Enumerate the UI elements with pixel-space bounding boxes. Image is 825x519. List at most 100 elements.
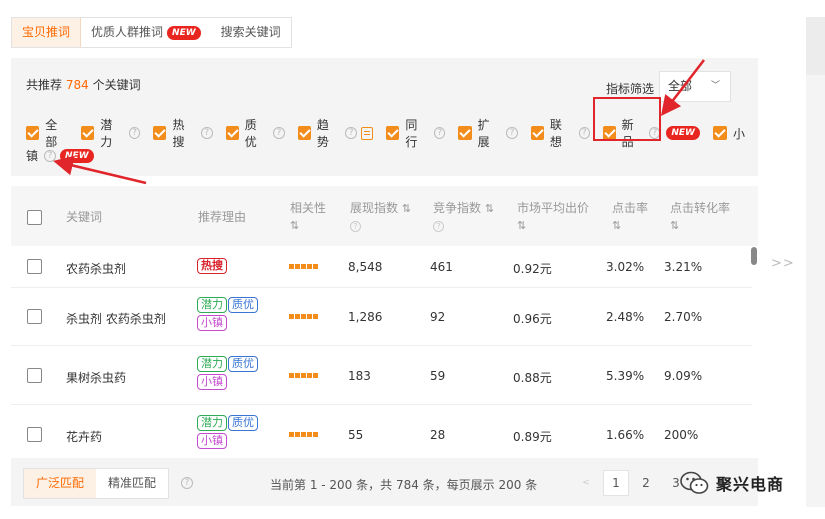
filter-associate[interactable]: 联想?: [530, 116, 590, 150]
header-competition[interactable]: 竞争指数 ⇅?: [433, 200, 494, 234]
help-icon[interactable]: ?: [44, 149, 57, 162]
relevance-bars: [289, 432, 318, 437]
row-checkbox[interactable]: [27, 368, 42, 383]
sort-icon[interactable]: ⇅: [290, 217, 326, 234]
indicator-filter-value: 全部: [668, 79, 693, 93]
expand-panel-button[interactable]: >>: [771, 256, 795, 271]
header-label: 竞争指数: [433, 201, 482, 215]
tab-item-recommend[interactable]: 宝贝推词: [12, 18, 82, 47]
help-icon[interactable]: ?: [434, 127, 446, 139]
count-suffix: 个关键词: [92, 78, 141, 92]
checkbox-checked-icon[interactable]: [225, 126, 239, 140]
reason-cell: 潜力 质优 小镇: [197, 356, 277, 392]
table-row[interactable]: 杀虫剂 农药杀虫剂 潜力 质优 小镇 1,286 92 0.96元 2.48% 2…: [11, 288, 752, 346]
table-header: 关键词 推荐理由 相关性 ⇅ 展现指数 ⇅? 竞争指数 ⇅? 市场平均出价 ⇅ 点击…: [11, 186, 758, 246]
filter-hot[interactable]: 热搜?: [153, 116, 213, 150]
sort-icon[interactable]: ⇅: [517, 217, 589, 234]
competition-cell: 59: [430, 369, 446, 383]
chevron-left-icon[interactable]: <: [573, 478, 599, 488]
impressions-cell: 183: [348, 369, 371, 383]
tab-label: 搜索关键词: [220, 25, 281, 39]
reason-cell: 潜力 质优 小镇: [197, 297, 277, 333]
header-cvr[interactable]: 点击转化率 ⇅: [670, 200, 730, 234]
filter-all[interactable]: 全部: [26, 116, 68, 150]
table-row[interactable]: 果树杀虫药 潜力 质优 小镇 183 59 0.88元 5.39% 9.09%: [11, 346, 752, 405]
header-label: 点击率: [612, 201, 649, 215]
header-avg-bid[interactable]: 市场平均出价 ⇅: [517, 200, 589, 234]
right-side-panel: [806, 17, 825, 507]
recommend-count: 共推荐 784 个关键词: [26, 76, 141, 93]
exact-match-button[interactable]: 精准匹配: [96, 469, 168, 498]
relevance-bars: [289, 264, 318, 269]
indicator-filter-select[interactable]: 全部 ﹀: [659, 71, 731, 102]
relevance-bars: [289, 373, 318, 378]
filter-label: 全部: [45, 118, 58, 149]
reason-tag: 质优: [228, 356, 258, 372]
help-icon[interactable]: ?: [350, 221, 361, 232]
impressions-cell: 55: [348, 428, 364, 442]
broad-match-button[interactable]: 广泛匹配: [24, 469, 97, 498]
reason-cell: 热搜: [197, 258, 228, 276]
checkbox-checked-icon[interactable]: [712, 126, 727, 140]
filter-town[interactable]: 小: [712, 125, 745, 142]
checkbox-checked-icon[interactable]: [458, 126, 472, 140]
select-all-checkbox[interactable]: [27, 210, 42, 225]
help-icon[interactable]: ?: [201, 127, 213, 139]
help-icon[interactable]: ?: [273, 127, 285, 139]
count-number: 784: [65, 78, 89, 92]
new-badge: NEW: [666, 126, 700, 140]
new-badge: NEW: [60, 148, 94, 163]
filter-expand[interactable]: 扩展?: [458, 116, 518, 150]
checkbox-checked-icon[interactable]: [81, 126, 95, 140]
pagination: < 1 2 3: [573, 470, 693, 496]
filter-peer[interactable]: 同行?: [386, 116, 446, 150]
header-ctr[interactable]: 点击率 ⇅: [612, 200, 648, 234]
help-icon[interactable]: ?: [181, 477, 193, 489]
sort-icon[interactable]: ⇅: [485, 202, 494, 215]
filter-potential[interactable]: 潜力?: [81, 116, 141, 150]
filter-trend[interactable]: 趋势?: [297, 116, 374, 150]
filter-quality[interactable]: 质优?: [225, 116, 285, 150]
reason-tag: 潜力: [197, 297, 227, 313]
table-scrollbar[interactable]: [751, 247, 757, 265]
page-button-2[interactable]: 2: [633, 470, 659, 496]
help-icon[interactable]: ?: [433, 221, 444, 232]
help-icon[interactable]: ?: [345, 127, 357, 139]
header-relevance[interactable]: 相关性 ⇅: [290, 200, 326, 234]
checkbox-checked-icon[interactable]: [386, 126, 400, 140]
table-row[interactable]: 农药杀虫剂 热搜 8,548 461 0.92元 3.02% 3.21%: [11, 246, 752, 288]
tab-audience-recommend[interactable]: 优质人群推词 NEW: [81, 18, 211, 47]
cvr-cell: 3.21%: [664, 260, 703, 274]
checkbox-checked-icon[interactable]: [153, 126, 167, 140]
help-icon[interactable]: ?: [506, 127, 518, 139]
header-impressions[interactable]: 展现指数 ⇅?: [350, 200, 411, 234]
tab-label: 优质人群推词: [91, 25, 164, 39]
keyword-cell: 农药杀虫剂: [66, 262, 127, 276]
header-label: 相关性: [290, 201, 327, 215]
sort-icon[interactable]: ⇅: [670, 217, 730, 234]
watermark: 聚兴电商: [680, 470, 784, 496]
checkbox-checked-icon[interactable]: [26, 126, 40, 140]
pagination-info: 当前第 1 - 200 条，共 784 条，每页展示 200 条: [270, 478, 538, 492]
checkbox-checked-icon[interactable]: [530, 126, 544, 140]
reason-tag: 质优: [228, 415, 258, 431]
reason-tag: 小镇: [197, 433, 227, 449]
sort-icon[interactable]: ⇅: [612, 217, 648, 234]
competition-cell: 461: [430, 260, 453, 274]
page-button-1[interactable]: 1: [603, 470, 629, 496]
filter-checkbox-row-2: 镇 ? NEW: [26, 147, 94, 164]
help-icon[interactable]: ?: [128, 127, 141, 139]
help-icon[interactable]: ?: [578, 127, 590, 139]
filter-label: 镇: [26, 149, 39, 163]
reason-tag: 潜力: [197, 415, 227, 431]
row-checkbox[interactable]: [27, 259, 42, 274]
sort-icon[interactable]: ⇅: [402, 202, 411, 215]
table-row[interactable]: 花卉药 潜力 质优 小镇 55 28 0.89元 1.66% 200%: [11, 405, 752, 458]
keyword-cell: 果树杀虫药: [66, 371, 127, 385]
header-label: 展现指数: [350, 201, 399, 215]
row-checkbox[interactable]: [27, 427, 42, 442]
tab-search-keyword[interactable]: 搜索关键词: [211, 18, 291, 47]
row-checkbox[interactable]: [27, 309, 42, 324]
document-icon[interactable]: [360, 126, 374, 140]
checkbox-checked-icon[interactable]: [297, 126, 311, 140]
